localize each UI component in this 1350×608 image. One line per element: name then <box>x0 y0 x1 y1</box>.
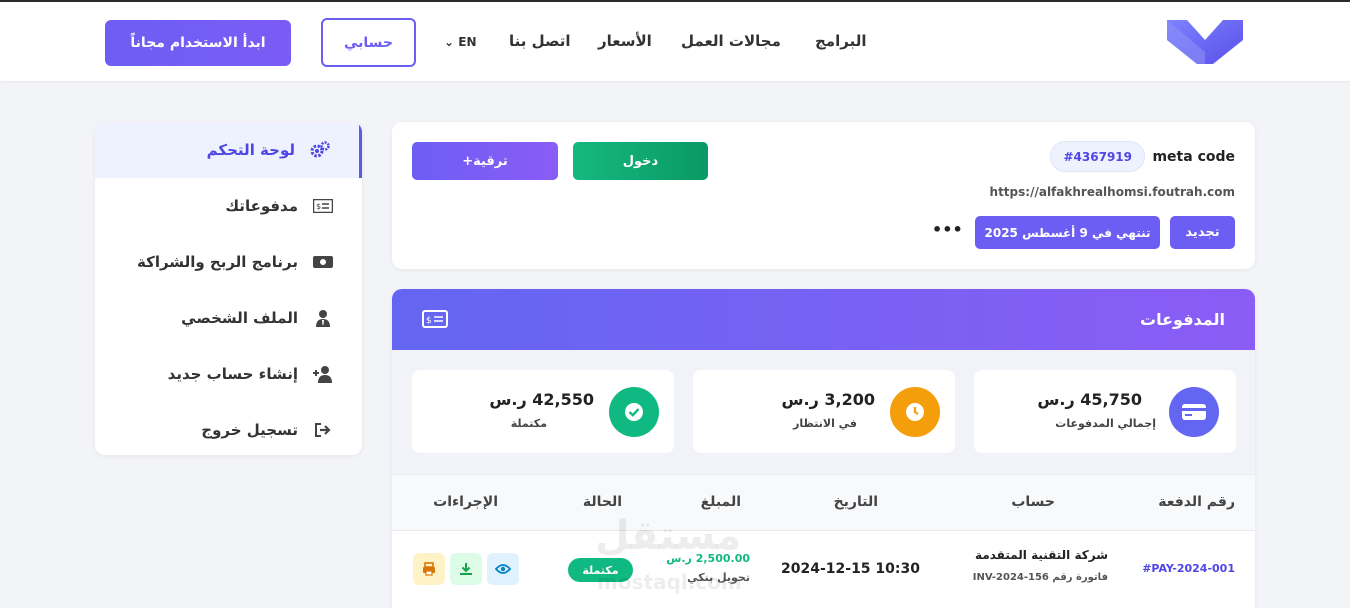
table-header: رقم الدفعة حساب التاريخ المبلغ الحالة ال… <box>392 474 1255 531</box>
stat-label: إجمالي المدفوعات <box>1055 417 1156 430</box>
nav-fields[interactable]: مجالات العمل <box>681 32 781 50</box>
stat-value: 42,550 ر.س <box>489 390 594 409</box>
stat-completed: 42,550 ر.س مكتملة <box>412 370 674 453</box>
my-account-button[interactable]: حسابي <box>321 18 416 67</box>
chevron-down-icon: ⌄ <box>444 35 455 49</box>
column-header: رقم الدفعة <box>1158 494 1235 510</box>
svg-text:$: $ <box>316 202 321 211</box>
stat-value: 45,750 ر.س <box>1037 390 1142 409</box>
eye-icon <box>495 564 511 574</box>
sidebar-item-payments[interactable]: مدفوعاتك $ <box>95 178 362 234</box>
sidebar-item-dashboard[interactable]: لوحة التحكم <box>95 122 362 178</box>
column-header: الحالة <box>582 494 622 510</box>
sidebar-item-affiliate[interactable]: برنامج الربح والشراكة <box>95 234 362 290</box>
sidebar-item-logout[interactable]: تسجيل خروج <box>95 402 362 455</box>
stat-label: مكتملة <box>510 417 547 430</box>
print-button[interactable] <box>413 553 445 585</box>
sidebar: لوحة التحكم مدفوعاتك $ برنامج الربح والش… <box>95 122 362 455</box>
payments-title: المدفوعات <box>1140 310 1225 329</box>
start-free-button[interactable]: ابدأ الاستخدام مجاناً <box>105 20 291 66</box>
upgrade-button[interactable]: +ترقية <box>412 142 558 180</box>
credit-card-icon <box>1169 387 1219 437</box>
check-circle-icon <box>609 387 659 437</box>
stat-total: 45,750 ر.س إجمالي المدفوعات <box>974 370 1236 453</box>
site-url[interactable]: https://alfakhrealhomsi.foutrah.com <box>990 185 1235 199</box>
cash-icon <box>312 251 334 273</box>
view-button[interactable] <box>487 553 519 585</box>
watermark-url: mostaql.com <box>597 570 742 594</box>
logo-icon[interactable] <box>1167 16 1243 68</box>
download-button[interactable] <box>450 553 482 585</box>
top-navbar: البرامج مجالات العمل الأسعار اتصل بنا ⌄ … <box>0 0 1350 81</box>
sidebar-item-profile[interactable]: الملف الشخصي <box>95 290 362 346</box>
language-selector[interactable]: ⌄ EN <box>444 35 477 49</box>
site-card: meta code #4367919 https://alfakhrealhom… <box>392 122 1255 269</box>
sign-out-icon <box>312 419 334 441</box>
svg-text:$: $ <box>426 316 432 326</box>
site-name: meta code <box>1152 149 1235 165</box>
account-name: شركة التقنية المتقدمة <box>975 548 1108 562</box>
nav-pricing[interactable]: الأسعار <box>598 32 652 50</box>
renew-button[interactable]: تجديد <box>1170 216 1235 249</box>
nav-programs[interactable]: البرامج <box>815 32 866 50</box>
user-tie-icon <box>312 307 334 329</box>
sidebar-item-label: برنامج الربح والشراكة <box>137 253 298 271</box>
stat-pending: 3,200 ر.س في الانتظار <box>693 370 955 453</box>
column-header: الإجراءات <box>433 494 498 510</box>
invoice-number: فاتورة رقم INV-2024-156 <box>972 572 1108 583</box>
language-label: EN <box>458 35 477 49</box>
sidebar-item-label: إنشاء حساب جديد <box>167 365 298 383</box>
login-button[interactable]: دخول <box>573 142 708 180</box>
sidebar-item-new-account[interactable]: إنشاء حساب جديد <box>95 346 362 402</box>
more-options-icon[interactable]: ••• <box>932 220 963 239</box>
download-icon <box>460 563 472 575</box>
payments-card: المدفوعات $ 45,750 ر.س إجمالي المدفوعات … <box>392 289 1255 608</box>
sidebar-item-label: لوحة التحكم <box>206 141 295 159</box>
gears-icon <box>309 139 331 161</box>
stat-value: 3,200 ر.س <box>781 390 875 409</box>
sidebar-item-label: مدفوعاتك <box>225 197 298 215</box>
clock-icon <box>890 387 940 437</box>
money-bill-icon: $ <box>422 310 448 328</box>
print-icon <box>423 562 435 576</box>
user-plus-icon <box>312 363 334 385</box>
payments-header: المدفوعات $ <box>392 289 1255 350</box>
payment-date: 2024-12-15 10:30 <box>781 561 920 577</box>
stat-label: في الانتظار <box>793 417 857 430</box>
money-bill-icon: $ <box>312 195 334 217</box>
column-header: المبلغ <box>700 494 741 510</box>
column-header: التاريخ <box>833 494 878 510</box>
watermark: مستقل <box>595 513 742 559</box>
expiry-badge: تنتهي في 9 أغسطس 2025 <box>975 216 1160 249</box>
column-header: حساب <box>1011 494 1055 510</box>
sidebar-item-label: الملف الشخصي <box>181 309 298 327</box>
sidebar-item-label: تسجيل خروج <box>201 421 298 439</box>
nav-contact[interactable]: اتصل بنا <box>509 32 571 50</box>
site-id-badge: #4367919 <box>1050 141 1145 172</box>
payment-id[interactable]: #PAY-2024-001 <box>1142 562 1235 575</box>
